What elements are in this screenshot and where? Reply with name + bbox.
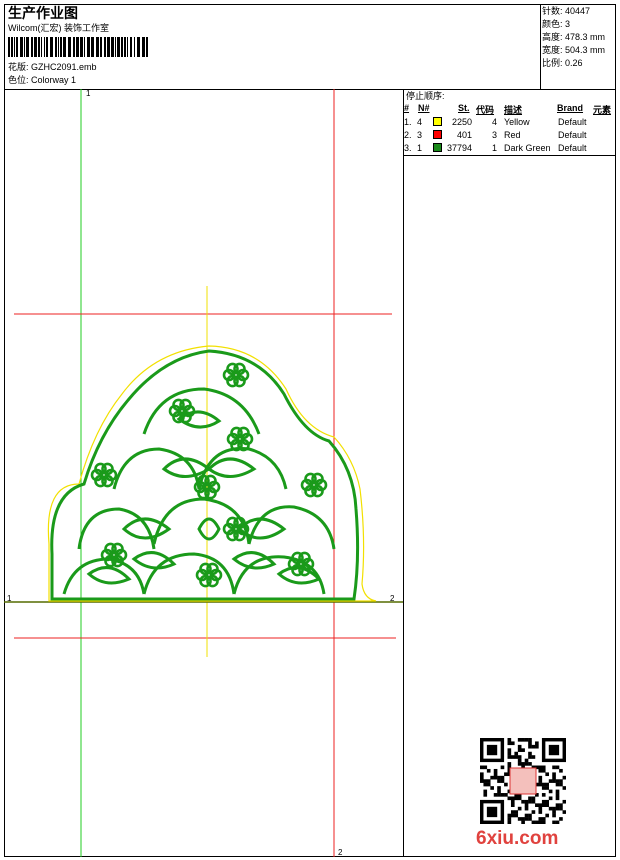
canvas-divider bbox=[403, 89, 404, 857]
stop-row: 3. 1 37794 1 Dark Green Default bbox=[404, 143, 587, 153]
embroidery-design-canvas: 1 1 2 2 bbox=[4, 89, 403, 857]
col-element-header: 元素 bbox=[593, 105, 612, 115]
colorway-label: 色位: Colorway 1 bbox=[8, 75, 77, 85]
pattern-file-label: 花版: GZHC2091.emb bbox=[8, 62, 97, 72]
barcode-image bbox=[8, 37, 148, 57]
qr-code-image bbox=[480, 738, 566, 824]
info-height: 高度: 478.3 mm bbox=[542, 32, 606, 42]
col-needle-header: N# bbox=[418, 103, 430, 113]
stops-divider bbox=[403, 155, 616, 156]
stop-row: 1. 4 2250 4 Yellow Default bbox=[404, 117, 587, 127]
marker-label: 1 bbox=[86, 89, 91, 98]
marker-label: 1 bbox=[7, 594, 12, 603]
studio-name: Wilcom(汇宏) 装饰工作室 bbox=[8, 23, 109, 33]
col-brand-header: Brand bbox=[557, 103, 584, 113]
flower-blossoms bbox=[90, 362, 328, 588]
info-stitches: 针数: 40447 bbox=[542, 6, 591, 16]
color-swatch bbox=[433, 143, 442, 152]
marker-label: 2 bbox=[338, 848, 343, 857]
info-width: 宽度: 504.3 mm bbox=[542, 45, 606, 55]
col-index-header: # bbox=[404, 103, 410, 113]
color-swatch bbox=[433, 130, 442, 139]
color-swatch bbox=[433, 117, 442, 126]
watermark-logo: 6xiu.com bbox=[476, 828, 559, 849]
col-stitches-header: St. bbox=[458, 103, 470, 113]
col-description-header: 描述 bbox=[504, 105, 523, 115]
col-code-header: 代码 bbox=[476, 105, 495, 115]
marker-label: 2 bbox=[390, 594, 395, 603]
page-title: 生产作业图 bbox=[8, 5, 78, 21]
info-colors: 颜色: 3 bbox=[542, 19, 571, 29]
stop-sequence-title: 停止顺序: bbox=[406, 91, 445, 101]
info-scale: 比例: 0.26 bbox=[542, 58, 583, 68]
header-divider bbox=[540, 4, 541, 90]
stop-row: 2. 3 401 3 Red Default bbox=[404, 130, 587, 140]
